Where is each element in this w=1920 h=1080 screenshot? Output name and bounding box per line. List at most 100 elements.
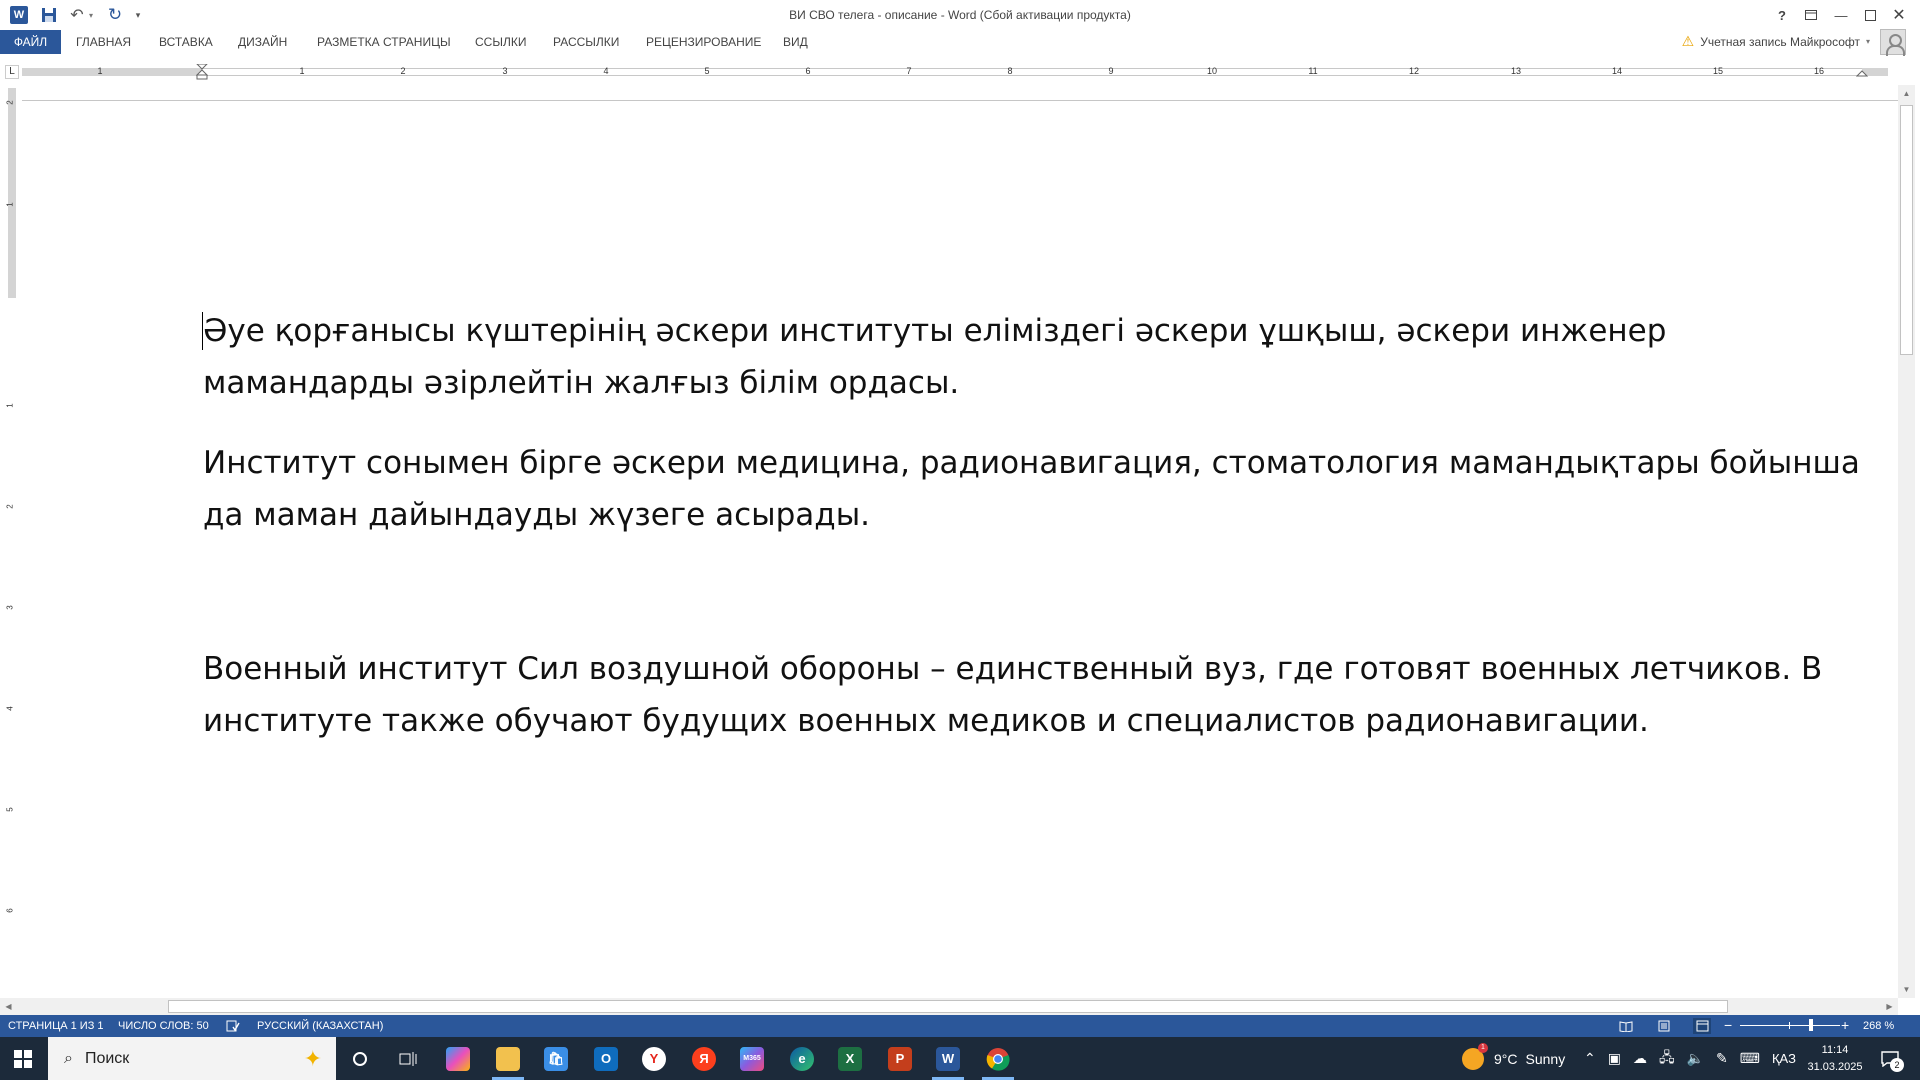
vertical-scrollbar[interactable]: ▲ ▼ [1898,85,1915,998]
scrollbar-thumb[interactable] [1900,105,1913,355]
ruler-number: 3 [5,605,15,610]
keyboard-icon[interactable]: ⌨ [1740,1050,1760,1067]
save-icon[interactable] [40,6,58,24]
microsoft365-icon[interactable]: M365 [728,1037,776,1080]
zoom-slider-center [1789,1022,1790,1029]
web-layout-icon[interactable] [1693,1018,1711,1034]
weather-sun-icon: 1 [1462,1042,1488,1070]
search-placeholder: Поиск [84,1049,130,1067]
edge-icon[interactable]: e [778,1037,826,1080]
word-icon[interactable]: W [924,1037,972,1080]
clock-time: 11:14 [1821,1044,1849,1056]
ruler-number: 2 [5,504,15,509]
file-explorer-icon[interactable] [484,1037,532,1080]
horizontal-scrollbar[interactable]: ◀ ▶ [0,998,1898,1015]
powerpoint-icon[interactable]: P [876,1037,924,1080]
help-icon[interactable]: ? [1767,2,1797,28]
horizontal-ruler[interactable]: 1 1 2 3 4 5 6 7 8 9 10 11 12 13 14 15 16 [22,64,1888,80]
copilot-icon[interactable] [434,1037,482,1080]
undo-icon[interactable]: ↶ [68,6,86,24]
maximize-icon[interactable] [1855,2,1885,28]
excel-icon[interactable]: X [826,1037,874,1080]
yandex-browser-icon[interactable]: Y [630,1037,678,1080]
paragraph[interactable]: Әуе қорғанысы күштерінің әскери институт… [203,305,1863,409]
word-icon[interactable]: W [10,6,28,24]
ruler-number: 7 [906,66,912,76]
ruler-number: 5 [5,807,15,812]
account-menu[interactable]: ⚠ Учетная запись Майкрософт ▾ [1682,33,1870,50]
scrollbar-thumb[interactable] [168,1000,1728,1013]
vertical-ruler[interactable]: 2 1 1 2 3 4 5 6 [6,88,20,988]
tab-references[interactable]: ССЫЛКИ [467,30,534,54]
ruler-number: 2 [5,100,15,105]
tab-mailings[interactable]: РАССЫЛКИ [545,30,627,54]
windows-start-icon[interactable] [0,1037,46,1080]
paragraph[interactable]: Институт сонымен бірге әскери медицина, … [203,437,1863,541]
proofing-icon[interactable] [224,1018,242,1034]
chevron-down-icon: ▾ [1865,37,1870,46]
document-page[interactable]: Әуе қорғанысы күштерінің әскери институт… [22,100,1898,998]
meet-now-icon[interactable]: ▣ [1608,1050,1621,1067]
print-layout-icon[interactable] [1655,1018,1673,1034]
zoom-slider[interactable] [1740,1025,1840,1026]
ruler-number: 4 [603,66,609,76]
ruler-number: 1 [299,66,305,76]
zoom-level[interactable]: 268 % [1863,1020,1894,1032]
ruler-number: 9 [1108,66,1114,76]
task-view-icon[interactable] [384,1037,432,1080]
avatar[interactable] [1880,29,1906,56]
chrome-icon[interactable] [974,1037,1022,1080]
zoom-out-icon[interactable]: − [1724,1017,1732,1033]
minimize-icon[interactable]: — [1826,2,1856,28]
taskbar-search[interactable]: ⌕ Поиск ✦ [48,1037,336,1080]
ruler-number: 6 [805,66,811,76]
chevron-up-icon[interactable]: ⌃ [1584,1050,1596,1067]
pen-icon[interactable]: ✎ [1716,1050,1728,1067]
cortana-icon[interactable] [336,1037,384,1080]
scroll-up-icon[interactable]: ▲ [1898,85,1915,102]
onedrive-icon[interactable]: ☁ [1633,1050,1647,1067]
scroll-down-icon[interactable]: ▼ [1898,981,1915,998]
language-indicator[interactable]: РУССКИЙ (КАЗАХСТАН) [257,1020,383,1032]
tab-home[interactable]: ГЛАВНАЯ [68,30,139,54]
tab-review[interactable]: РЕЦЕНЗИРОВАНИЕ [638,30,769,54]
outlook-icon[interactable]: O [582,1037,630,1080]
yandex-icon[interactable]: Я [680,1037,728,1080]
ribbon-display-icon[interactable] [1796,2,1826,28]
ruler-number: 1 [5,202,15,207]
ruler-number: 2 [400,66,406,76]
page-indicator[interactable]: СТРАНИЦА 1 ИЗ 1 [8,1020,104,1032]
paragraph[interactable]: Военный институт Сил воздушной обороны –… [203,643,1883,747]
customize-toolbar-icon[interactable]: ▾ [133,6,143,24]
tab-file[interactable]: ФАЙЛ [0,30,61,54]
ribbon-tabs: ФАЙЛ ГЛАВНАЯ ВСТАВКА ДИЗАЙН РАЗМЕТКА СТР… [0,30,1920,54]
tab-design[interactable]: ДИЗАЙН [230,30,295,54]
tab-page-layout[interactable]: РАЗМЕТКА СТРАНИЦЫ [309,30,459,54]
weather-widget[interactable]: 1 9°C Sunny [1462,1037,1565,1080]
ruler-number: 1 [5,403,15,408]
volume-icon[interactable]: 🔈 [1687,1050,1704,1067]
network-icon[interactable]: 🖧 [1659,1047,1675,1071]
store-icon[interactable]: 🛍 [532,1037,580,1080]
indent-marker-icon[interactable] [196,64,208,80]
word-count[interactable]: ЧИСЛО СЛОВ: 50 [118,1020,209,1032]
scroll-right-icon[interactable]: ▶ [1881,998,1898,1015]
page-top-edge [22,100,1898,101]
tab-view[interactable]: ВИД [775,30,816,54]
ruler-number: 5 [704,66,710,76]
zoom-in-icon[interactable]: + [1841,1017,1849,1033]
close-icon[interactable]: ✕ [1884,2,1914,28]
scroll-left-icon[interactable]: ◀ [0,998,17,1015]
tab-selector[interactable]: L [5,65,19,79]
zoom-slider-thumb[interactable] [1809,1019,1813,1031]
tab-insert[interactable]: ВСТАВКА [151,30,221,54]
read-mode-icon[interactable] [1617,1018,1635,1034]
repeat-icon[interactable]: ↻ [106,5,124,24]
ruler-number: 16 [1813,66,1825,76]
ruler-number: 14 [1611,66,1623,76]
ruler-number: 12 [1408,66,1420,76]
clock[interactable]: 11:14 31.03.2025 [1790,1042,1880,1076]
undo-dropdown-icon[interactable]: ▾ [86,6,96,24]
right-indent-marker-icon[interactable] [1856,64,1868,80]
search-highlight-icon[interactable]: ✦ [304,1046,322,1072]
